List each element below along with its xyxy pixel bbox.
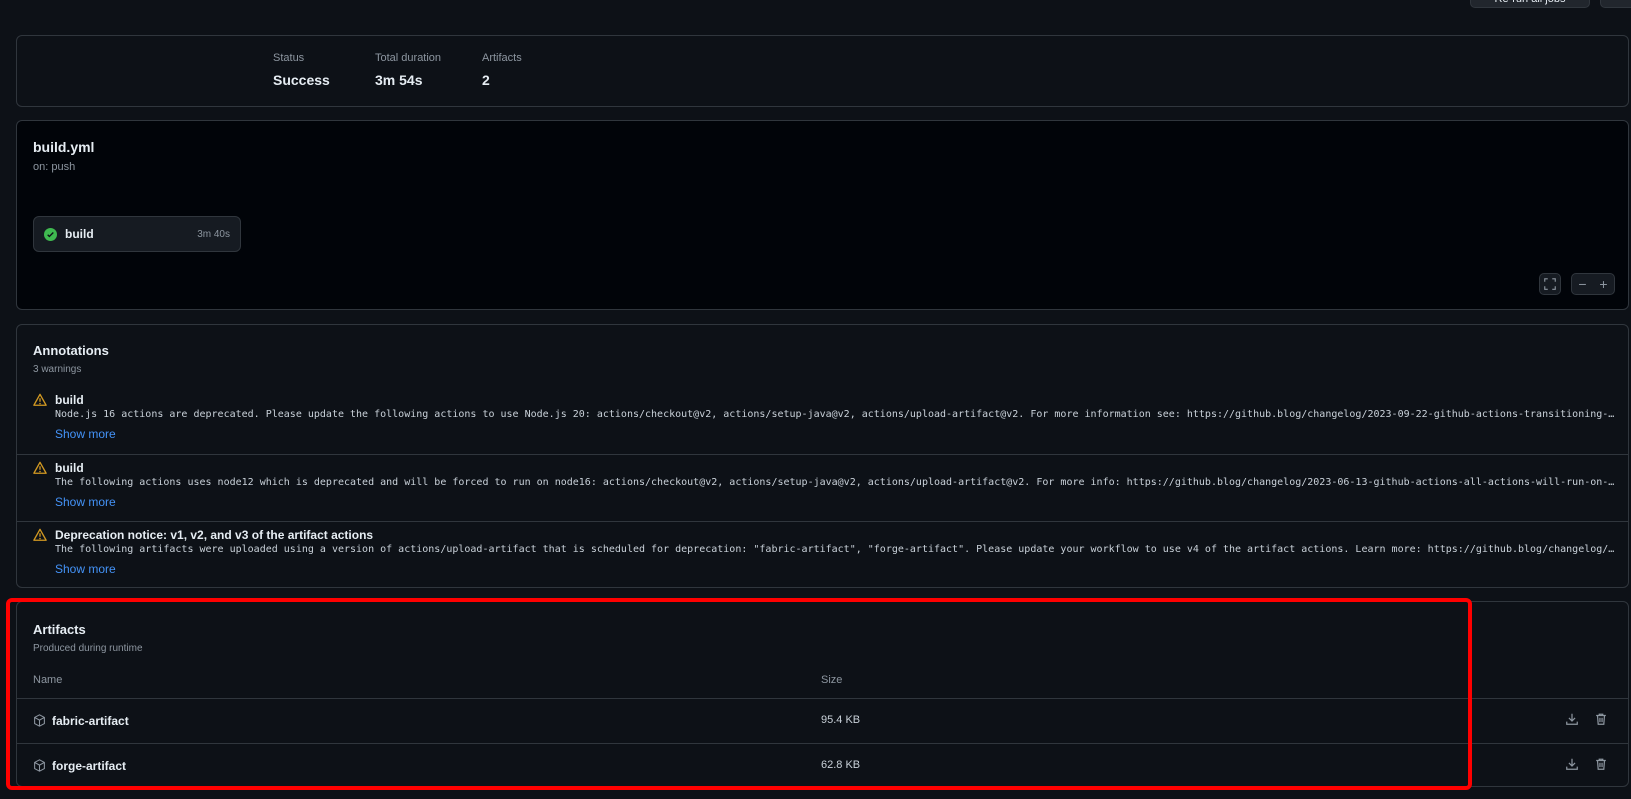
zoom-out-button[interactable]: − — [1572, 276, 1593, 292]
job-card-build[interactable]: build 3m 40s — [33, 216, 241, 252]
show-more-link[interactable]: Show more — [55, 427, 116, 441]
show-more-link[interactable]: Show more — [55, 562, 116, 576]
artifacts-stat: Artifacts 2 — [482, 52, 522, 88]
annotation-title[interactable]: build — [55, 393, 84, 407]
artifact-name[interactable]: forge-artifact — [52, 759, 126, 773]
annotations-count: 3 warnings — [33, 364, 82, 375]
artifacts-panel: Artifacts Produced during runtime Name S… — [16, 601, 1629, 787]
artifacts-subtitle: Produced during runtime — [33, 643, 143, 654]
table-row: fabric-artifact 95.4 KB — [17, 698, 1628, 743]
trash-icon[interactable] — [1594, 712, 1608, 726]
download-icon[interactable] — [1565, 757, 1579, 771]
annotation-message: The following artifacts were uploaded us… — [55, 544, 1615, 555]
warning-icon — [33, 528, 47, 541]
job-duration: 3m 40s — [197, 228, 230, 240]
fullscreen-icon — [1544, 278, 1556, 290]
success-check-icon — [44, 227, 57, 241]
zoom-controls: − + — [1571, 273, 1615, 295]
job-name: build — [65, 227, 94, 241]
workflow-file: build.yml — [33, 139, 95, 155]
artifact-size: 95.4 KB — [821, 714, 861, 726]
rerun-all-jobs-button[interactable]: Re-run all jobs — [1470, 0, 1590, 8]
artifacts-value[interactable]: 2 — [482, 72, 522, 88]
status-label: Status — [273, 52, 305, 64]
artifacts-label: Artifacts — [482, 52, 522, 64]
duration-label: Total duration — [375, 52, 442, 64]
package-icon — [34, 714, 45, 727]
download-icon[interactable] — [1565, 712, 1579, 726]
zoom-in-button[interactable]: + — [1593, 276, 1614, 292]
duration-stat: Total duration 3m 54s — [375, 52, 441, 88]
workflow-graph: build.yml on: push build 3m 40s − + — [16, 120, 1629, 310]
workflow-trigger: on: push — [33, 161, 76, 173]
package-icon — [34, 759, 45, 772]
annotation-message: Node.js 16 actions are deprecated. Pleas… — [55, 409, 1615, 420]
show-more-link[interactable]: Show more — [55, 495, 116, 509]
annotation-item: build Node.js 16 actions are deprecated.… — [17, 387, 1628, 455]
artifact-name[interactable]: fabric-artifact — [52, 714, 129, 728]
artifact-size: 62.8 KB — [821, 759, 861, 771]
annotations-panel: Annotations 3 warnings build Node.js 16 … — [16, 324, 1629, 588]
warning-icon — [33, 393, 47, 406]
trash-icon[interactable] — [1594, 757, 1608, 771]
status-value: Success — [273, 72, 330, 88]
more-options-button[interactable] — [1600, 0, 1631, 8]
column-header-size: Size — [821, 674, 843, 686]
annotation-message: The following actions uses node12 which … — [55, 477, 1615, 488]
annotations-title: Annotations — [33, 343, 109, 358]
annotation-item: build The following actions uses node12 … — [17, 454, 1628, 522]
annotation-title[interactable]: build — [55, 461, 84, 475]
annotation-title: Deprecation notice: v1, v2, and v3 of th… — [55, 528, 374, 542]
artifacts-title: Artifacts — [33, 622, 86, 637]
table-row: forge-artifact 62.8 KB — [17, 743, 1628, 788]
annotation-item: Deprecation notice: v1, v2, and v3 of th… — [17, 521, 1628, 589]
run-summary: Status Success Total duration 3m 54s Art… — [16, 35, 1629, 107]
column-header-name: Name — [33, 674, 63, 686]
duration-value: 3m 54s — [375, 72, 423, 88]
fullscreen-button[interactable] — [1539, 273, 1561, 295]
warning-icon — [33, 461, 47, 474]
status-stat: Status Success — [273, 52, 330, 88]
